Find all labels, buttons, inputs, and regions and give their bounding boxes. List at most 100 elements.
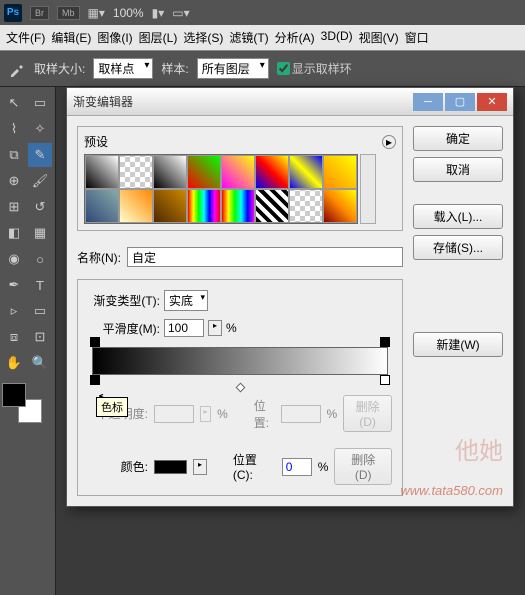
menu-file[interactable]: 文件(F) [6, 29, 45, 46]
preset-swatch[interactable] [221, 189, 255, 223]
menu-view[interactable]: 视图(V) [359, 29, 399, 46]
menu-window[interactable]: 窗口 [405, 29, 429, 46]
crop-tool[interactable]: ⧉ [2, 143, 26, 167]
view-mode-icon[interactable]: ▦▾ [88, 6, 105, 20]
move-tool[interactable]: ↖ [2, 91, 26, 115]
3d-tool[interactable]: ⧈ [2, 325, 26, 349]
color-swatches[interactable] [2, 383, 42, 423]
hand-tool[interactable]: ✋ [2, 351, 26, 375]
color-stop-left[interactable] [90, 375, 100, 385]
preset-swatch[interactable] [85, 155, 119, 189]
menu-filter[interactable]: 滤镜(T) [229, 29, 268, 46]
preset-swatch[interactable] [221, 155, 255, 189]
zoom-tool[interactable]: 🔍 [28, 351, 52, 375]
presets-menu-icon[interactable]: ▸ [382, 135, 396, 149]
preset-swatch[interactable] [255, 189, 289, 223]
marquee-tool[interactable]: ▭ [28, 91, 52, 115]
menu-analysis[interactable]: 分析(A) [275, 29, 315, 46]
eraser-tool[interactable]: ◧ [2, 221, 26, 245]
stamp-tool[interactable]: ⊞ [2, 195, 26, 219]
dialog-titlebar[interactable]: 渐变编辑器 ─ ▢ ✕ [67, 88, 513, 116]
eyedropper-tool[interactable]: ✎ [28, 143, 52, 167]
smoothness-arrow[interactable]: ▸ [208, 320, 222, 336]
shape-tool[interactable]: ▭ [28, 299, 52, 323]
ok-button[interactable]: 确定 [413, 126, 503, 151]
opacity-stop-right[interactable] [380, 337, 390, 347]
name-input[interactable] [127, 247, 403, 267]
preset-swatch[interactable] [323, 155, 357, 189]
type-tool[interactable]: T [28, 273, 52, 297]
maximize-button[interactable]: ▢ [445, 93, 475, 111]
smoothness-input[interactable] [164, 319, 204, 337]
layout-icon[interactable]: ▮▾ [152, 6, 165, 20]
color-arrow[interactable]: ▸ [193, 459, 207, 475]
opacity-arrow: ▸ [200, 406, 211, 422]
color-label: 颜色: [88, 458, 148, 475]
heal-tool[interactable]: ⊕ [2, 169, 26, 193]
minimize-button[interactable]: ─ [413, 93, 443, 111]
fg-color-swatch[interactable] [2, 383, 26, 407]
eyedropper-icon [8, 60, 26, 78]
menu-3d[interactable]: 3D(D) [321, 29, 353, 46]
color-stop-row: 颜色: ▸ 位置(C): % 删除(D) [88, 448, 392, 485]
new-button[interactable]: 新建(W) [413, 332, 503, 357]
opacity-stop-row: 不透明度: ▸ % 位置: % 删除(D) [88, 395, 392, 432]
preset-swatch[interactable] [119, 189, 153, 223]
preset-swatch[interactable] [187, 189, 221, 223]
opacity-stop-left[interactable] [90, 337, 100, 347]
blur-tool[interactable]: ◉ [2, 247, 26, 271]
minibridge-button[interactable]: Mb [57, 6, 80, 20]
zoom-level[interactable]: 100% [113, 6, 144, 20]
preset-swatch[interactable] [153, 155, 187, 189]
dodge-tool[interactable]: ○ [28, 247, 52, 271]
lasso-tool[interactable]: ⌇ [2, 117, 26, 141]
close-button[interactable]: ✕ [477, 93, 507, 111]
cancel-button[interactable]: 取消 [413, 157, 503, 182]
menu-image[interactable]: 图像(I) [97, 29, 132, 46]
load-button[interactable]: 载入(L)... [413, 204, 503, 229]
history-brush-tool[interactable]: ↺ [28, 195, 52, 219]
save-button[interactable]: 存储(S)... [413, 235, 503, 260]
preset-swatch[interactable] [289, 155, 323, 189]
sample-size-select[interactable]: 取样点 [93, 58, 153, 79]
gradient-tool[interactable]: ▦ [28, 221, 52, 245]
name-label: 名称(N): [77, 249, 121, 266]
position-input [281, 405, 321, 423]
sample-select[interactable]: 所有图层 [197, 58, 269, 79]
presets-panel: 预设 ▸ [77, 126, 403, 231]
screen-mode-icon[interactable]: ▭▾ [172, 6, 189, 20]
brush-tool[interactable]: 🖌 [28, 169, 52, 193]
gradient-bar-container: ↖ 色标 [92, 347, 388, 375]
camera-tool[interactable]: ⊡ [28, 325, 52, 349]
preset-swatch[interactable] [85, 189, 119, 223]
gradient-bar[interactable] [92, 347, 388, 375]
menu-select[interactable]: 选择(S) [183, 29, 223, 46]
show-ring-checkbox[interactable]: 显示取样环 [277, 60, 352, 77]
app-header: Ps Br Mb ▦▾ 100% ▮▾ ▭▾ [0, 0, 525, 25]
path-tool[interactable]: ▹ [2, 299, 26, 323]
menu-layer[interactable]: 图层(L) [139, 29, 178, 46]
color-swatch[interactable] [154, 460, 187, 474]
pen-tool[interactable]: ✒ [2, 273, 26, 297]
canvas-area: 渐变编辑器 ─ ▢ ✕ 预设 ▸ [56, 87, 525, 595]
color-stop-right[interactable] [380, 375, 390, 385]
preset-swatch[interactable] [187, 155, 221, 189]
position-c-label: 位置(C): [233, 451, 276, 482]
preset-swatch[interactable] [323, 189, 357, 223]
preset-swatch[interactable] [119, 155, 153, 189]
position-label: 位置: [254, 397, 275, 431]
preset-swatch[interactable] [255, 155, 289, 189]
midpoint-diamond[interactable] [236, 383, 246, 393]
menubar: 文件(F) 编辑(E) 图像(I) 图层(L) 选择(S) 滤镜(T) 分析(A… [0, 25, 525, 51]
position-c-input[interactable] [282, 458, 312, 476]
delete-opacity-button: 删除(D) [343, 395, 392, 432]
preset-scrollbar[interactable] [360, 154, 376, 224]
preset-swatch[interactable] [153, 189, 187, 223]
percent-label: % [327, 407, 338, 421]
wand-tool[interactable]: ✧ [28, 117, 52, 141]
show-ring-input[interactable] [277, 62, 290, 75]
preset-swatch[interactable] [289, 189, 323, 223]
bridge-button[interactable]: Br [30, 6, 49, 20]
gradient-type-select[interactable]: 实底 [164, 290, 208, 311]
menu-edit[interactable]: 编辑(E) [51, 29, 91, 46]
